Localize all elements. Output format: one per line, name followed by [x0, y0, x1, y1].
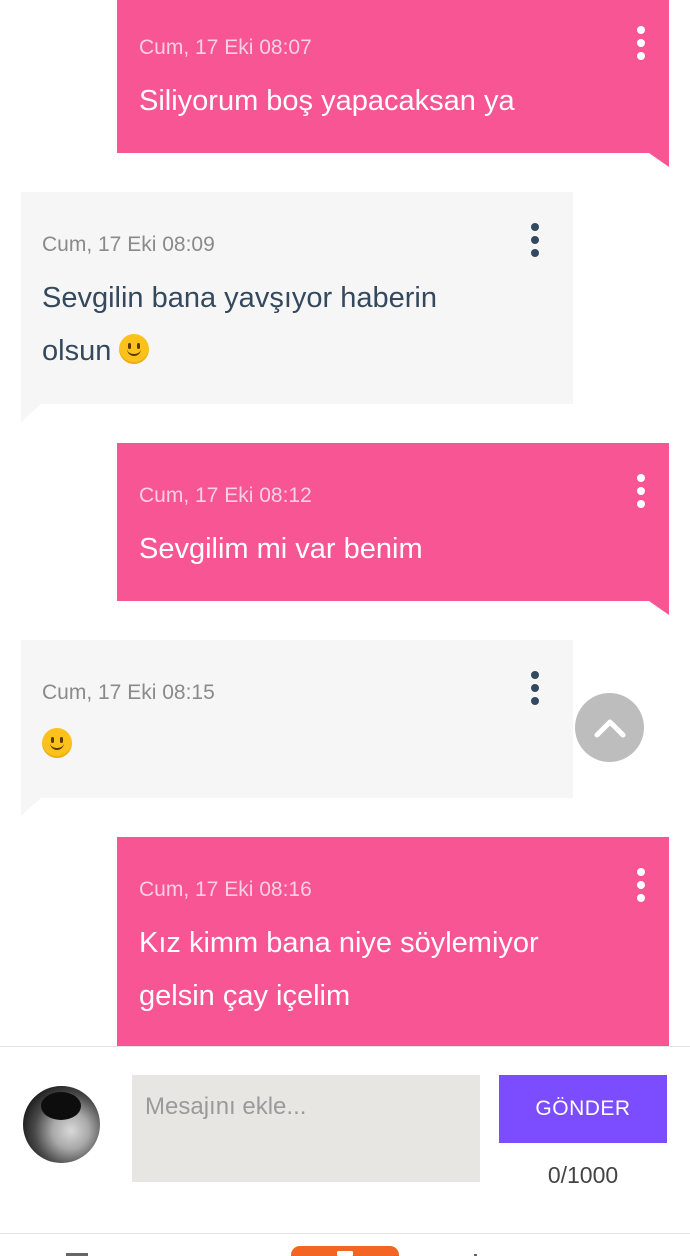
message-timestamp: Cum, 17 Eki 08:12 [139, 484, 312, 507]
chevron-up-icon [594, 719, 625, 737]
message-timestamp: Cum, 17 Eki 08:16 [139, 878, 312, 901]
message-text: Sevgilin bana yavşıyor haberin olsun [42, 272, 533, 378]
message-timestamp: Cum, 17 Eki 08:07 [139, 36, 312, 59]
message-menu-kebab-icon[interactable] [529, 223, 541, 257]
bottom-navigation [0, 1234, 690, 1256]
message-text: Sevgilim mi var benim [139, 533, 423, 565]
message-timestamp: Cum, 17 Eki 08:15 [42, 681, 215, 704]
user-avatar [23, 1086, 100, 1163]
message-bubble-received: Cum, 17 Eki 08:09 Sevgilin bana yavşıyor… [21, 192, 573, 422]
message-menu-kebab-icon[interactable] [635, 474, 647, 508]
message-bubble-sent: Cum, 17 Eki 08:12 Sevgilim mi var benim [117, 443, 669, 615]
message-input[interactable] [132, 1075, 480, 1182]
message-composer: GÖNDER 0/1000 [0, 1046, 690, 1234]
message-text [42, 719, 533, 772]
message-bubble-received: Cum, 17 Eki 08:15 [21, 640, 573, 816]
message-bubble-sent: Cum, 17 Eki 08:16 Kız kimm bana niye söy… [117, 837, 669, 1081]
message-menu-kebab-icon[interactable] [635, 868, 647, 902]
message-text: Siliyorum boş yapacaksan ya [139, 85, 515, 117]
scroll-to-top-button[interactable] [575, 693, 644, 762]
message-menu-kebab-icon[interactable] [635, 26, 647, 60]
message-timestamp: Cum, 17 Eki 08:09 [42, 233, 215, 256]
slightly-smiling-face-icon [119, 334, 150, 364]
nav-add-button[interactable] [291, 1246, 399, 1256]
message-bubble-sent: Cum, 17 Eki 08:07 Siliyorum boş yapacaks… [117, 0, 669, 167]
message-menu-kebab-icon[interactable] [529, 671, 541, 705]
message-text: Kız kimm bana niye söylemiyor gelsin çay… [139, 927, 539, 1012]
send-button[interactable]: GÖNDER [499, 1075, 667, 1143]
character-counter: 0/1000 [547, 1162, 619, 1188]
message-text-content: Sevgilin bana yavşıyor haberin olsun [42, 282, 437, 367]
slightly-smiling-face-icon [42, 728, 72, 758]
